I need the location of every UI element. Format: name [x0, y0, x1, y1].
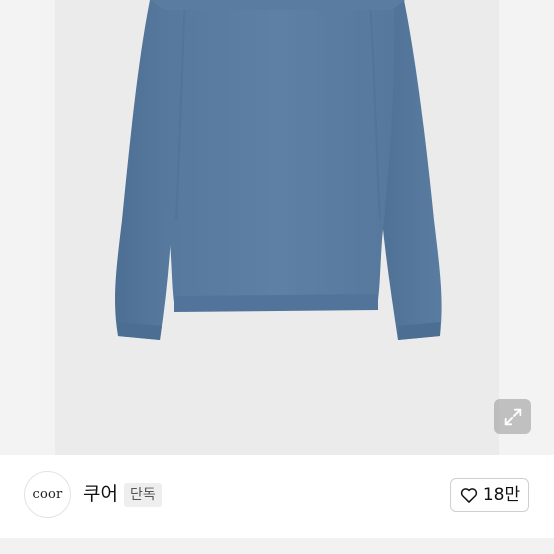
expand-arrows-icon	[504, 408, 521, 425]
seller-logo-text: coor	[32, 487, 63, 502]
knit-sweater-photo	[115, 0, 442, 340]
heart-outline-icon	[460, 488, 478, 503]
section-divider	[0, 538, 554, 554]
product-image-carousel[interactable]	[0, 0, 554, 455]
product-detail-screen: coor 쿠어 단독 18만	[0, 0, 554, 554]
seller-name[interactable]: 쿠어	[83, 482, 118, 506]
seller-logo[interactable]: coor	[24, 471, 71, 518]
like-button[interactable]: 18만	[450, 478, 529, 512]
like-count: 18만	[482, 485, 521, 505]
exclusive-badge: 단독	[124, 483, 162, 507]
expand-image-button[interactable]	[494, 399, 531, 434]
